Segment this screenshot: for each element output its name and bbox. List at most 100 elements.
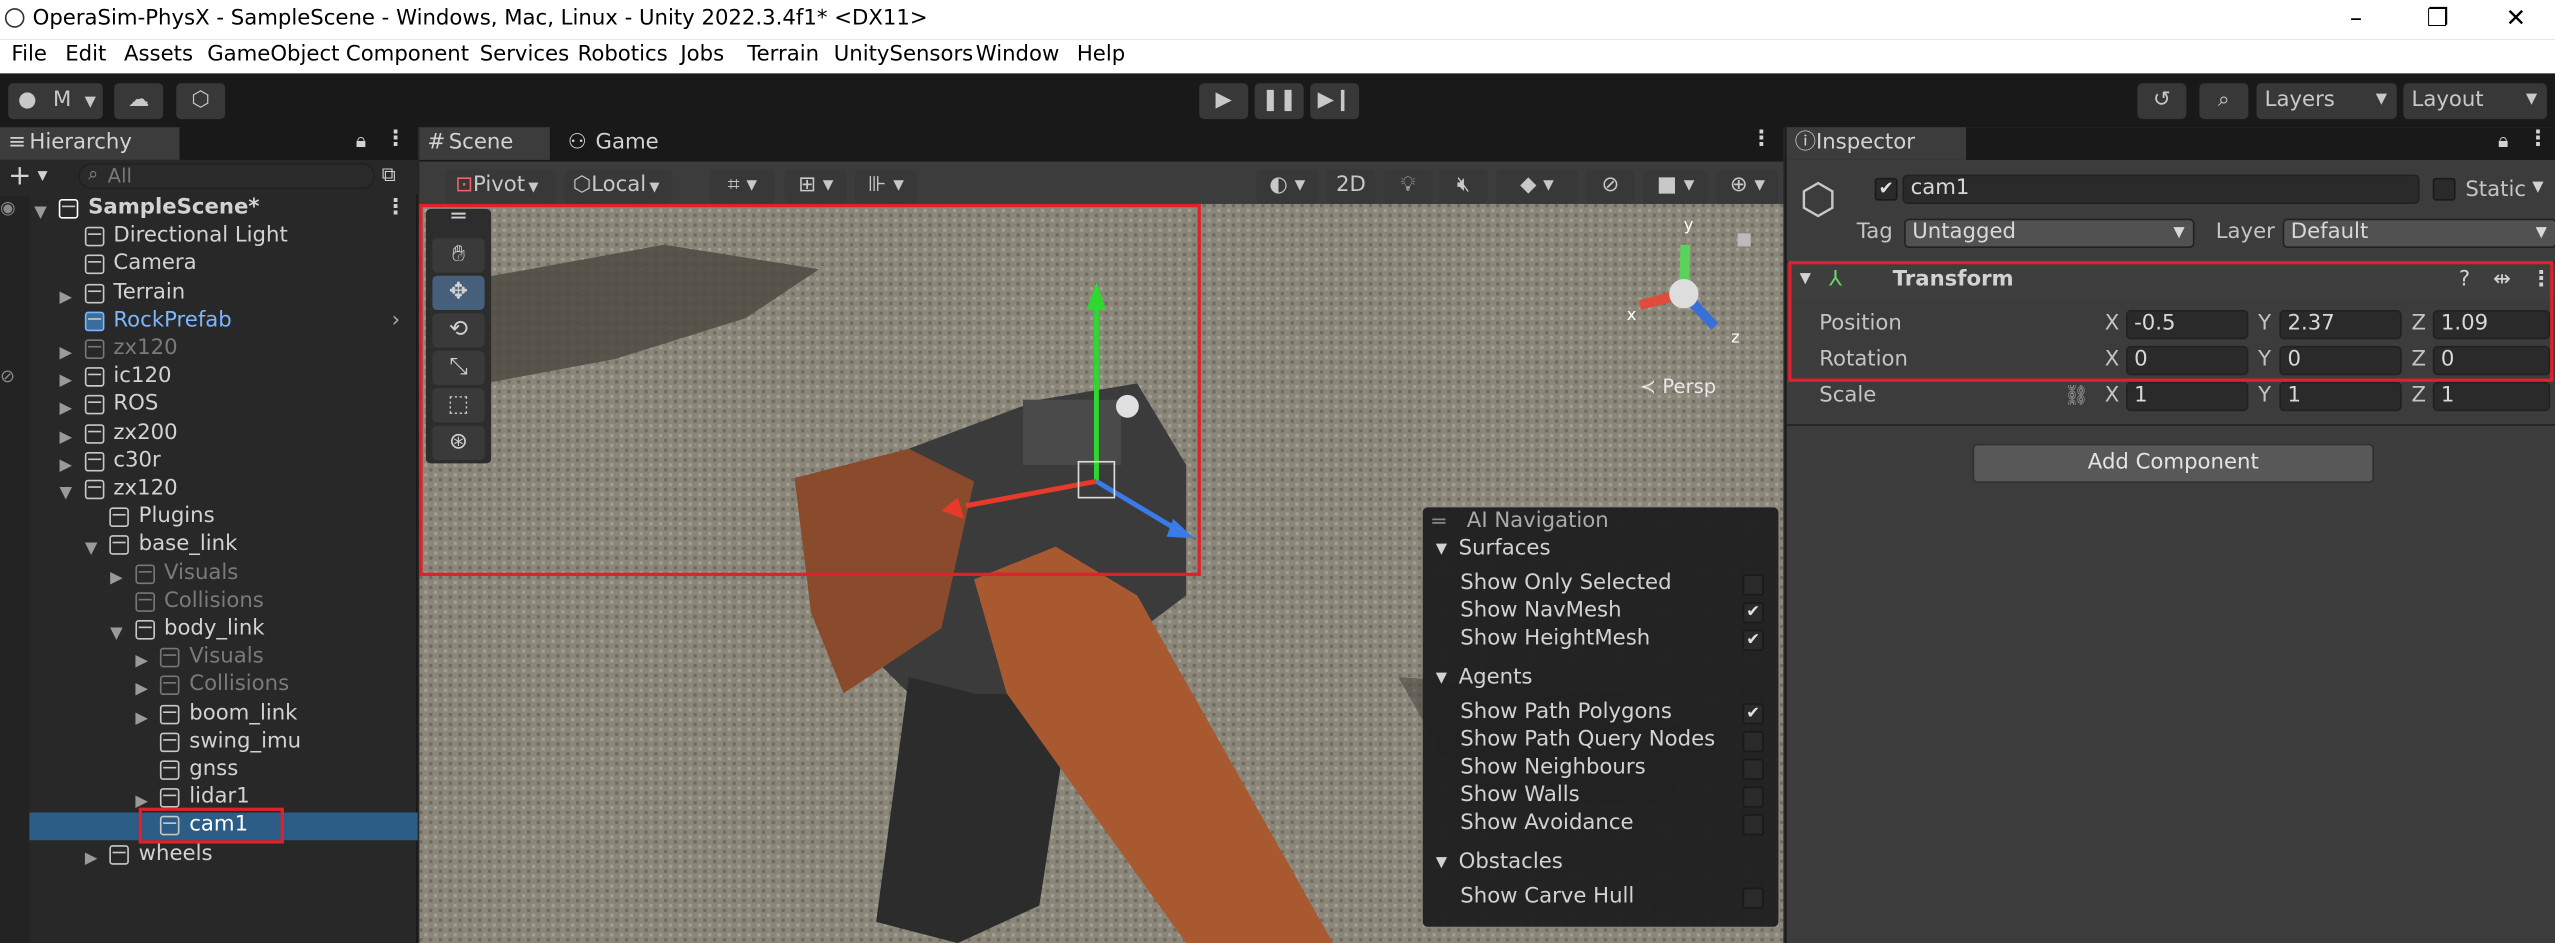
hierarchy-item[interactable]: ▶ Visuals (0, 645, 418, 673)
kebab-menu-icon[interactable]: ⋮ (385, 196, 406, 222)
menu-window[interactable]: Window (976, 42, 1060, 66)
add-component-button[interactable]: Add Component (1972, 443, 2374, 483)
gizmos-dropdown[interactable]: ⊕ ▾ (1716, 169, 1779, 204)
history-icon[interactable]: ↺ (2137, 83, 2187, 120)
camera-settings-dropdown[interactable]: ■ ▾ (1643, 169, 1709, 204)
account-dropdown[interactable]: ● M ▼ (8, 83, 103, 120)
local-dropdown[interactable]: ⬡Local ▼ (564, 169, 673, 204)
hierarchy-item[interactable]: ▶ ROS (0, 392, 418, 420)
hierarchy-item[interactable]: ▼ base_link (0, 533, 418, 561)
menu-component[interactable]: Component (346, 42, 469, 66)
hierarchy-item[interactable]: swing_imu (0, 729, 418, 757)
scene-visibility-icon[interactable]: ⧉ (382, 163, 396, 187)
gameobject-cube-icon[interactable]: ⬡ (1800, 176, 1837, 225)
cloud-icon[interactable]: ☁ (114, 83, 164, 120)
hierarchy-search-input[interactable]: ⌕ All (78, 163, 376, 190)
menu-unitysensors[interactable]: UnitySensors (834, 42, 974, 66)
step-button[interactable]: ▶❙ (1310, 83, 1360, 120)
menu-services[interactable]: Services (480, 42, 569, 66)
tag-dropdown[interactable]: Untagged ▼ (1904, 218, 2195, 249)
menu-terrain[interactable]: Terrain (747, 42, 819, 66)
eye-icon[interactable]: ◉ (0, 197, 16, 218)
hierarchy-item[interactable]: gnss (0, 757, 418, 785)
lock-icon[interactable]: 🔒︎ (2498, 129, 2508, 153)
lock-icon[interactable]: 🔒︎ (356, 129, 366, 153)
menu-edit[interactable]: Edit (65, 42, 106, 66)
chevron-down-icon[interactable]: ▼ (2532, 179, 2543, 195)
grid-visibility-button[interactable]: ⊪ ▾ (854, 169, 917, 204)
show-carve-hull-checkbox[interactable] (1742, 887, 1764, 909)
chevron-down-icon[interactable]: ▼ (1436, 855, 1447, 871)
menu-gameobject[interactable]: GameObject (207, 42, 339, 66)
tab-inspector[interactable]: ⓘ Inspector (1786, 127, 1967, 160)
hierarchy-item[interactable]: ▼ zx120 (0, 476, 418, 504)
hierarchy-item[interactable]: RockPrefab › (0, 308, 418, 336)
search-icon[interactable]: ⌕ (2199, 83, 2249, 120)
chevron-down-icon[interactable]: ▼ (1436, 671, 1447, 687)
grid-snap-button[interactable]: ⌗ ▾ (709, 169, 776, 204)
draw-mode-dropdown[interactable]: ◐ ▾ (1256, 169, 1319, 204)
agents-header[interactable]: Agents (1459, 666, 1533, 690)
layer-dropdown[interactable]: Default ▼ (2282, 218, 2555, 249)
tab-game[interactable]: ⚇ Game (563, 127, 694, 160)
scale-y-input[interactable]: 1 (2279, 381, 2402, 412)
effects-dropdown[interactable]: ◆ ▾ (1496, 169, 1578, 204)
eye-hidden-icon[interactable]: ⊘ (0, 365, 15, 386)
menu-robotics[interactable]: Robotics (578, 42, 668, 66)
menu-help[interactable]: Help (1077, 42, 1125, 66)
pause-button[interactable]: ❚❚ (1254, 83, 1304, 120)
hierarchy-item[interactable]: ▶ ic120 (0, 364, 418, 392)
obstacles-header[interactable]: Obstacles (1459, 850, 1563, 874)
hierarchy-item[interactable]: ▼ body_link (0, 617, 418, 645)
hierarchy-item[interactable]: ▶ zx120 (0, 336, 418, 364)
layers-dropdown[interactable]: Layers ▼ (2256, 83, 2397, 120)
lighting-toggle[interactable]: 💡︎ (1383, 169, 1433, 204)
hierarchy-item[interactable]: ▶ Collisions (0, 673, 418, 701)
persp-toggle[interactable]: ≺ Persp (1640, 375, 1716, 398)
tab-hierarchy[interactable]: ≡ Hierarchy (0, 127, 180, 160)
scale-z-input[interactable]: 1 (2432, 381, 2551, 412)
kebab-menu-icon[interactable]: ⋮ (2527, 127, 2548, 151)
menu-jobs[interactable]: Jobs (680, 42, 724, 66)
hierarchy-item[interactable]: ▶ Visuals (0, 561, 418, 589)
hierarchy-item[interactable]: ▶ c30r (0, 448, 418, 476)
chevron-right-icon[interactable]: ▶ (85, 846, 98, 872)
chevron-right-icon[interactable]: › (392, 308, 400, 334)
hierarchy-item[interactable]: Plugins (0, 504, 418, 532)
maximize-icon[interactable]: ❐ (2421, 3, 2454, 32)
show-avoidance-checkbox[interactable] (1742, 814, 1764, 836)
add-icon[interactable]: + (8, 160, 31, 193)
scale-x-input[interactable]: 1 (2125, 381, 2249, 412)
show-heightmesh-checkbox[interactable]: ✔ (1742, 629, 1764, 652)
audio-toggle[interactable]: 🔇︎ (1439, 169, 1489, 204)
layout-dropdown[interactable]: Layout ▼ (2403, 83, 2547, 120)
show-path-polygons-checkbox[interactable]: ✔ (1742, 703, 1764, 725)
play-button[interactable]: ▶ (1199, 83, 1249, 120)
hierarchy-item[interactable]: Directional Light (0, 224, 418, 252)
hierarchy-item[interactable]: ▶ zx200 (0, 420, 418, 448)
show-only-selected-checkbox[interactable] (1742, 574, 1764, 596)
active-checkbox[interactable]: ✔ (1874, 177, 1898, 201)
surfaces-header[interactable]: Surfaces (1459, 537, 1551, 561)
hierarchy-item[interactable]: ▶ wheels (0, 841, 418, 869)
collab-icon[interactable]: ⬡ (176, 83, 226, 120)
orientation-gizmo[interactable]: y x z ≺ Persp (1594, 204, 1773, 400)
static-checkbox[interactable] (2432, 177, 2456, 201)
hierarchy-item[interactable]: ▶ Terrain (0, 280, 418, 308)
show-path-query-nodes-checkbox[interactable] (1742, 730, 1764, 753)
menu-file[interactable]: File (11, 42, 47, 66)
show-walls-checkbox[interactable] (1742, 786, 1764, 808)
pivot-dropdown[interactable]: ⊡Pivot ▼ (445, 169, 557, 204)
hierarchy-item[interactable]: Camera (0, 252, 418, 280)
constrain-proportions-icon[interactable]: ⛓︎ (2064, 383, 2089, 406)
hierarchy-item[interactable]: Collisions (0, 589, 418, 617)
object-name-input[interactable]: cam1 (1902, 174, 2420, 204)
close-icon[interactable]: ✕ (2500, 3, 2533, 32)
hierarchy-item[interactable]: ▶ boom_link (0, 701, 418, 729)
chevron-down-icon[interactable]: ▼ (1436, 542, 1447, 558)
minimize-icon[interactable]: – (2340, 3, 2373, 32)
tab-scene[interactable]: # Scene (419, 127, 550, 160)
kebab-menu-icon[interactable]: ⋮ (385, 127, 406, 151)
show-navmesh-checkbox[interactable]: ✔ (1742, 602, 1764, 624)
kebab-menu-icon[interactable]: ⋮ (1751, 127, 1772, 151)
